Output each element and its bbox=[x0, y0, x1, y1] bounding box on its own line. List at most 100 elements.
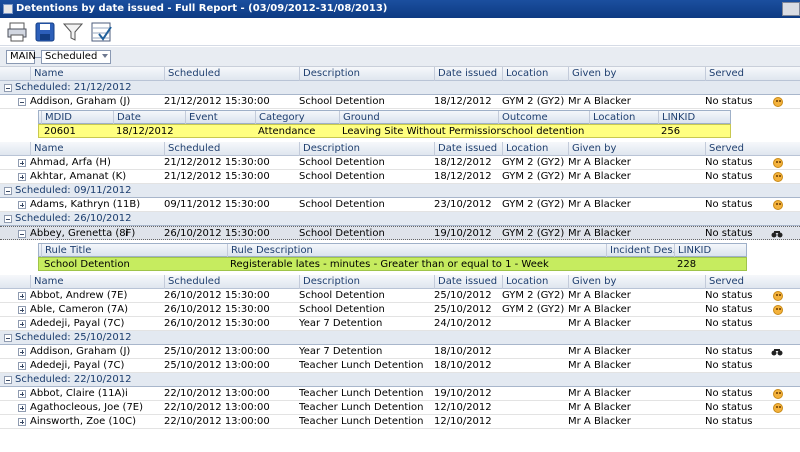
collapse-icon[interactable] bbox=[4, 84, 12, 92]
table-row[interactable]: Abbot, Claire (11A) 22/10/2012 13:00:00 Te… bbox=[0, 387, 800, 401]
choose-columns-icon[interactable] bbox=[90, 21, 112, 43]
table-row[interactable]: Adedeji, Payal (7C) 25/10/2012 13:00:00 Te… bbox=[0, 359, 800, 373]
info-flag: i bbox=[125, 228, 128, 239]
column-header-location[interactable]: Location bbox=[502, 142, 567, 156]
app-icon bbox=[3, 4, 13, 14]
collapse-icon[interactable] bbox=[18, 230, 26, 238]
cell-given-by: Mr A Blacker bbox=[568, 318, 631, 329]
column-header-given-by[interactable]: Given by bbox=[568, 275, 704, 289]
smiley-icon bbox=[773, 389, 783, 399]
table-row[interactable]: Abbot, Andrew (7E) 26/10/2012 15:30:00 Sch… bbox=[0, 289, 800, 303]
column-header-scheduled[interactable]: Scheduled bbox=[164, 67, 298, 81]
detail-column-header[interactable]: Rule Title bbox=[41, 244, 227, 258]
table-row[interactable]: Akhtar, Amanat (K) 21/12/2012 15:30:00 Sch… bbox=[0, 170, 800, 184]
chevron-down-icon[interactable] bbox=[102, 54, 108, 58]
column-header-name[interactable]: Name bbox=[30, 142, 163, 156]
column-header-given-by[interactable]: Given by bbox=[568, 67, 704, 81]
cell-served: No status bbox=[705, 318, 753, 329]
group-header-row[interactable]: Scheduled: 21/12/2012 bbox=[0, 81, 800, 95]
detail-column-header[interactable]: Date bbox=[113, 111, 185, 125]
column-header-date-issued[interactable]: Date issued bbox=[434, 67, 501, 81]
print-icon[interactable] bbox=[6, 21, 28, 43]
toolbar bbox=[0, 18, 800, 46]
detail-column-header[interactable]: Ground bbox=[339, 111, 498, 125]
detail-row[interactable]: School Detention Registerable lates - min… bbox=[38, 257, 747, 271]
table-row[interactable]: Adedeji, Payal (7C) 26/10/2012 15:30:00 Ye… bbox=[0, 317, 800, 331]
cell-name: Ainsworth, Zoe (10C) bbox=[30, 416, 137, 427]
table-row[interactable]: Ahmad, Arfa (H) 21/12/2012 15:30:00 School… bbox=[0, 156, 800, 170]
cell-name: Adedeji, Payal (7C) bbox=[30, 360, 125, 371]
detail-column-header[interactable]: Event bbox=[185, 111, 255, 125]
detail-column-header[interactable]: LINKID bbox=[674, 244, 746, 258]
column-header-served[interactable]: Served bbox=[705, 275, 770, 289]
cell-name: Ahmad, Arfa (H) bbox=[30, 157, 111, 168]
group-scheduled-chip[interactable]: Scheduled bbox=[41, 50, 111, 64]
group-main-chip[interactable]: MAIN bbox=[6, 50, 36, 64]
column-header-description[interactable]: Description bbox=[299, 275, 433, 289]
filter-icon[interactable] bbox=[62, 21, 84, 43]
detail-column-header[interactable]: Rule Description bbox=[227, 244, 606, 258]
detail-column-header[interactable]: Category bbox=[255, 111, 339, 125]
expand-icon[interactable] bbox=[18, 173, 26, 181]
cell-description: Year 7 Detention bbox=[299, 318, 383, 329]
table-row[interactable]: Abbey, Grenetta (8F) 26/10/2012 15:30:00 S… bbox=[0, 226, 800, 240]
expand-icon[interactable] bbox=[18, 306, 26, 314]
detail-row[interactable]: 20601 18/12/2012 Attendance Leaving Site Wi… bbox=[38, 124, 731, 138]
smiley-icon bbox=[773, 172, 783, 182]
cell-location: GYM 2 (GY2) bbox=[502, 228, 565, 239]
detail-column-header[interactable]: LINKID bbox=[658, 111, 730, 125]
column-header-date-issued[interactable]: Date issued bbox=[434, 142, 501, 156]
cell-given-by: Mr A Blacker bbox=[568, 360, 631, 371]
cell-description: Teacher Lunch Detention bbox=[299, 360, 424, 371]
column-header-scheduled[interactable]: Scheduled bbox=[164, 275, 298, 289]
expand-icon[interactable] bbox=[18, 292, 26, 300]
expand-icon[interactable] bbox=[18, 320, 26, 328]
column-header-scheduled[interactable]: Scheduled bbox=[164, 142, 298, 156]
group-header-row[interactable]: Scheduled: 09/11/2012 bbox=[0, 184, 800, 198]
group-header-row[interactable]: Scheduled: 22/10/2012 bbox=[0, 373, 800, 387]
collapse-icon[interactable] bbox=[18, 98, 26, 106]
detail-column-header[interactable]: Incident Des... bbox=[606, 244, 674, 258]
cell-description: School Detention bbox=[299, 171, 385, 182]
group-header-row[interactable]: Scheduled: 26/10/2012 bbox=[0, 212, 800, 226]
detail-column-header[interactable]: Outcome bbox=[498, 111, 589, 125]
column-header-name[interactable]: Name bbox=[30, 67, 163, 81]
column-header-served[interactable]: Served bbox=[705, 142, 770, 156]
expand-icon[interactable] bbox=[18, 418, 26, 426]
cell-location bbox=[502, 345, 567, 359]
column-header-description[interactable]: Description bbox=[299, 67, 433, 81]
column-header-location[interactable]: Location bbox=[502, 275, 567, 289]
collapse-icon[interactable] bbox=[4, 376, 12, 384]
detail-column-header[interactable]: Location bbox=[589, 111, 658, 125]
info-flag: i bbox=[125, 388, 128, 399]
column-header-location[interactable]: Location bbox=[502, 67, 567, 81]
column-header-date-issued[interactable]: Date issued bbox=[434, 275, 501, 289]
column-header-description[interactable]: Description bbox=[299, 142, 433, 156]
expand-icon[interactable] bbox=[18, 390, 26, 398]
expand-icon[interactable] bbox=[18, 159, 26, 167]
expand-icon[interactable] bbox=[18, 362, 26, 370]
table-row[interactable]: Addison, Graham (J) 21/12/2012 15:30:00 Sc… bbox=[0, 95, 800, 109]
collapse-icon[interactable] bbox=[4, 215, 12, 223]
close-button[interactable] bbox=[782, 2, 800, 16]
column-header-name[interactable]: Name bbox=[30, 275, 163, 289]
column-header-served[interactable]: Served bbox=[705, 67, 770, 81]
column-header-given-by[interactable]: Given by bbox=[568, 142, 704, 156]
group-header-row[interactable]: Scheduled: 25/10/2012 bbox=[0, 331, 800, 345]
save-icon[interactable] bbox=[34, 21, 56, 43]
expand-icon[interactable] bbox=[18, 201, 26, 209]
cell-given-by: Mr A Blacker bbox=[568, 199, 631, 210]
cell-name: Adedeji, Payal (7C) bbox=[30, 318, 125, 329]
collapse-icon[interactable] bbox=[4, 187, 12, 195]
detail-cell: 18/12/2012 bbox=[116, 126, 174, 137]
table-row[interactable]: Ainsworth, Zoe (10C) 22/10/2012 13:00:00 T… bbox=[0, 415, 800, 429]
table-row[interactable]: Addison, Graham (J) 25/10/2012 13:00:00 Ye… bbox=[0, 345, 800, 359]
detail-column-header[interactable]: MDID bbox=[41, 111, 113, 125]
table-row[interactable]: Adams, Kathryn (11B) 09/11/2012 15:30:00 S… bbox=[0, 198, 800, 212]
table-row[interactable]: Able, Cameron (7A) 26/10/2012 15:30:00 Sch… bbox=[0, 303, 800, 317]
expand-icon[interactable] bbox=[18, 404, 26, 412]
collapse-icon[interactable] bbox=[4, 334, 12, 342]
cell-name: Addison, Graham (J) bbox=[30, 346, 131, 357]
table-row[interactable]: Agathocleous, Joe (7E) 22/10/2012 13:00:0… bbox=[0, 401, 800, 415]
expand-icon[interactable] bbox=[18, 348, 26, 356]
